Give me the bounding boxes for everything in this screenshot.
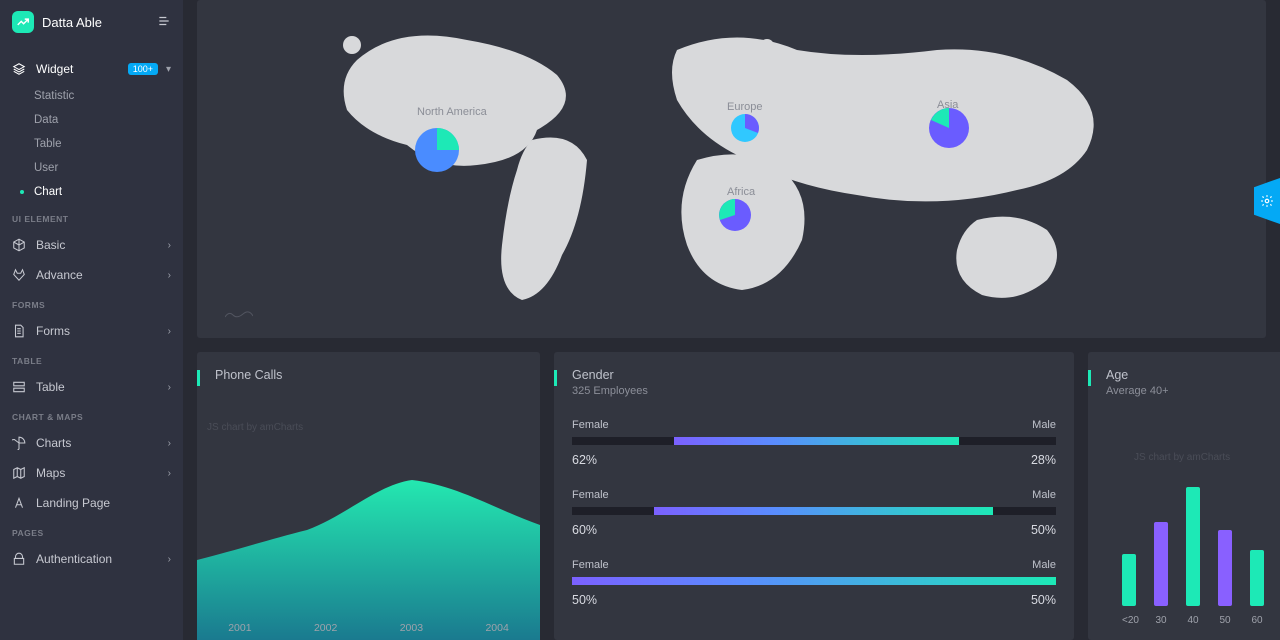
sidebar-item-label: Forms xyxy=(36,324,70,338)
section-ui-element: UI ELEMENT xyxy=(0,204,183,230)
pie-north-america xyxy=(415,128,459,172)
gender-row: FemaleMale 50%50% xyxy=(572,559,1056,607)
font-icon xyxy=(12,496,26,510)
brand-name: Datta Able xyxy=(42,15,102,30)
trend-up-icon xyxy=(16,15,30,29)
section-forms: FORMS xyxy=(0,290,183,316)
pie-europe xyxy=(731,114,759,142)
age-bar xyxy=(1250,550,1264,606)
sidebar-item-label: Landing Page xyxy=(36,496,110,510)
map-credit xyxy=(225,309,253,322)
chevron-right-icon: › xyxy=(168,382,171,393)
gender-row: FemaleMale 60%50% xyxy=(572,489,1056,537)
chevron-right-icon: › xyxy=(168,326,171,337)
sidebar-item-advance[interactable]: Advance › xyxy=(0,260,183,290)
sidebar-item-charts[interactable]: Charts › xyxy=(0,428,183,458)
age-subtitle: Average 40+ xyxy=(1106,385,1280,397)
age-credit: JS chart by amCharts xyxy=(1134,452,1230,463)
sidebar-item-table[interactable]: Table › xyxy=(0,372,183,402)
lock-icon xyxy=(12,552,26,566)
section-pages: PAGES xyxy=(0,518,183,544)
pie-chart-icon xyxy=(12,436,26,450)
brand[interactable]: Datta Able xyxy=(0,0,183,44)
gender-card: Gender 325 Employees FemaleMale 62%28% F… xyxy=(554,352,1074,640)
sidebar-item-basic[interactable]: Basic › xyxy=(0,230,183,260)
gender-track xyxy=(572,437,1056,445)
chevron-right-icon: › xyxy=(168,270,171,281)
sidebar-item-landing[interactable]: Landing Page xyxy=(0,488,183,518)
sidebar-item-label: Table xyxy=(36,380,65,394)
main-content: North America Europe Asia Africa xyxy=(183,0,1280,640)
age-card: Age Average 40+ JS chart by amCharts <20… xyxy=(1088,352,1280,640)
phone-xaxis: 2001 2002 2003 2004 xyxy=(197,622,540,634)
phone-title: Phone Calls xyxy=(215,368,522,382)
sidebar-item-forms[interactable]: Forms › xyxy=(0,316,183,346)
widget-submenu: Statistic Data Table User Chart xyxy=(34,84,183,204)
gear-icon xyxy=(1260,194,1274,208)
gender-row: FemaleMale 62%28% xyxy=(572,419,1056,467)
gender-track xyxy=(572,507,1056,515)
gender-title: Gender xyxy=(572,368,1056,382)
subitem-user[interactable]: User xyxy=(34,156,183,180)
sidebar-item-label: Maps xyxy=(36,466,65,480)
map-icon xyxy=(12,466,26,480)
section-table: TABLE xyxy=(0,346,183,372)
sidebar-item-authentication[interactable]: Authentication › xyxy=(0,544,183,574)
subitem-table[interactable]: Table xyxy=(34,132,183,156)
chevron-right-icon: › xyxy=(168,468,171,479)
age-bar-chart xyxy=(1122,476,1280,606)
collapse-sidebar-icon[interactable] xyxy=(157,14,171,31)
chevron-down-icon: ▾ xyxy=(166,64,171,75)
phone-credit: JS chart by amCharts xyxy=(207,422,303,433)
age-bar xyxy=(1122,554,1136,606)
subitem-data[interactable]: Data xyxy=(34,108,183,132)
chevron-right-icon: › xyxy=(168,240,171,251)
subitem-statistic[interactable]: Statistic xyxy=(34,84,183,108)
age-title: Age xyxy=(1106,368,1280,382)
section-chart-maps: CHART & MAPS xyxy=(0,402,183,428)
map-label-africa: Africa xyxy=(727,186,756,198)
chevron-right-icon: › xyxy=(168,554,171,565)
sidebar-item-label: Widget xyxy=(36,62,73,76)
sidebar-item-label: Authentication xyxy=(36,552,112,566)
sidebar-item-widget[interactable]: Widget 100+ ▾ xyxy=(0,54,183,84)
world-map-card: North America Europe Asia Africa xyxy=(197,0,1266,338)
phone-calls-card: Phone Calls JS chart by amCharts 2001 20… xyxy=(197,352,540,640)
sidebar-item-label: Basic xyxy=(36,238,65,252)
sidebar-item-label: Charts xyxy=(36,436,71,450)
world-map-svg: North America Europe Asia Africa xyxy=(297,20,1167,320)
chevron-right-icon: › xyxy=(168,438,171,449)
sidebar-item-maps[interactable]: Maps › xyxy=(0,458,183,488)
file-text-icon xyxy=(12,324,26,338)
brand-logo xyxy=(12,11,34,33)
age-bar xyxy=(1154,522,1168,607)
pie-africa xyxy=(719,199,751,231)
sidebar-item-label: Advance xyxy=(36,268,83,282)
box-icon xyxy=(12,238,26,252)
sidebar: Datta Able Widget 100+ ▾ Statistic Data … xyxy=(0,0,183,640)
gender-track xyxy=(572,577,1056,585)
map-label-europe: Europe xyxy=(727,101,762,113)
gitlab-icon xyxy=(12,268,26,282)
age-bar xyxy=(1186,487,1200,606)
pie-asia xyxy=(929,108,969,148)
subitem-chart[interactable]: Chart xyxy=(34,180,183,204)
layers-icon xyxy=(12,62,26,76)
age-bar xyxy=(1218,530,1232,606)
gender-subtitle: 325 Employees xyxy=(572,385,1056,397)
map-label-north-america: North America xyxy=(417,106,488,118)
phone-area-chart xyxy=(197,440,540,640)
age-xaxis: <203040506070>70 xyxy=(1122,615,1280,626)
server-icon xyxy=(12,380,26,394)
widget-badge: 100+ xyxy=(128,63,158,75)
